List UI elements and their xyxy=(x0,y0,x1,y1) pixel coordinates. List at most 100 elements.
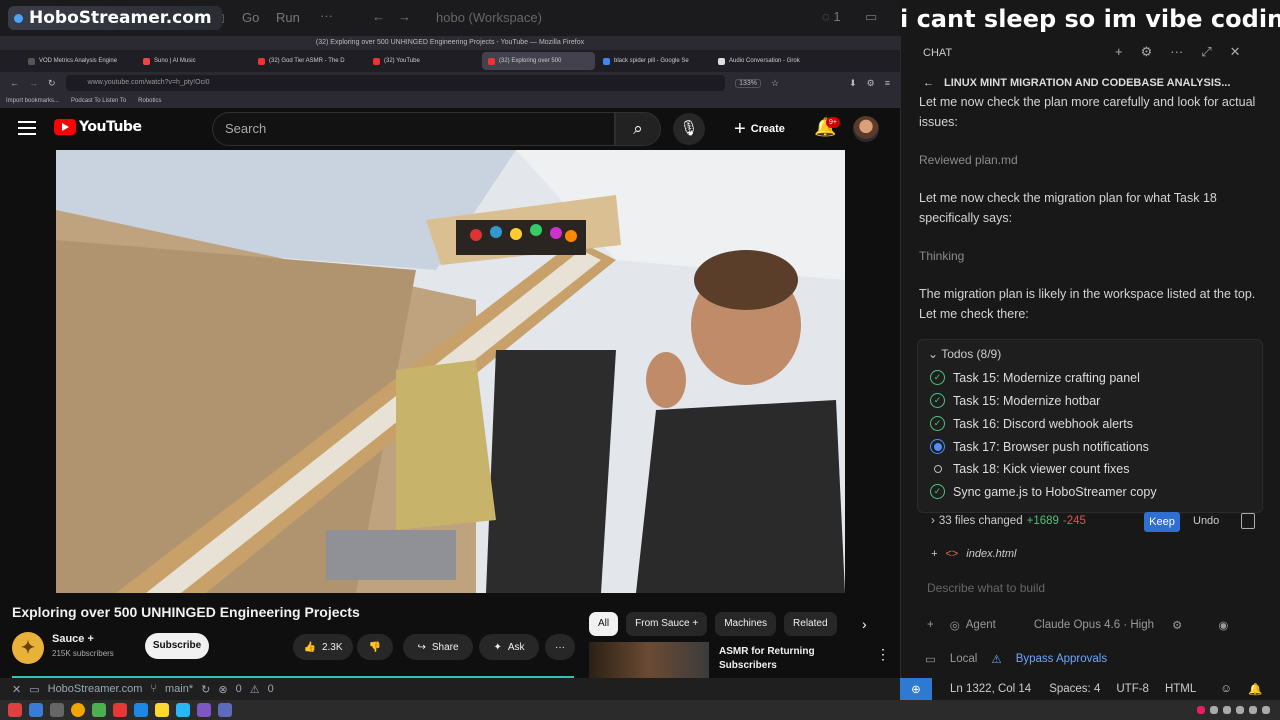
tray-icon[interactable] xyxy=(1262,706,1270,714)
todo-item[interactable]: ✓ Task 16: Discord webhook alerts xyxy=(930,416,1133,431)
browser-tab[interactable]: Suno | AI Music xyxy=(137,52,250,70)
close-icon[interactable]: ✕ xyxy=(12,683,21,696)
back-icon[interactable]: ← xyxy=(10,78,19,88)
indentation[interactable]: Spaces: 4 xyxy=(1049,683,1100,695)
cursor-position[interactable]: Ln 1322, Col 14 xyxy=(950,683,1031,695)
search-icon[interactable]: ⌕ xyxy=(615,112,661,146)
menu-run[interactable]: Run xyxy=(276,10,300,25)
vscode-icon[interactable] xyxy=(134,703,148,717)
new-chat-icon[interactable]: + xyxy=(1115,44,1123,60)
close-icon[interactable]: ✕ xyxy=(1230,44,1241,60)
dislike-button[interactable]: 👎 xyxy=(357,634,393,660)
workspace-search[interactable]: hobo (Workspace) xyxy=(436,10,542,25)
sync-icon[interactable]: ↻ xyxy=(201,683,210,696)
firefox-icon[interactable] xyxy=(71,703,85,717)
star-icon[interactable]: ☆ xyxy=(771,78,779,89)
app-icon[interactable] xyxy=(197,703,211,717)
kebab-menu-icon[interactable]: ⋮ xyxy=(876,646,890,663)
tools-icon[interactable]: ⚙ xyxy=(1172,618,1182,632)
error-count[interactable]: 0 xyxy=(236,683,242,695)
url-bar[interactable]: www.youtube.com/watch?v=h_pty!Oci0 xyxy=(65,75,726,91)
plus-icon[interactable]: + xyxy=(931,548,937,560)
menu-hamburger-icon[interactable]: ≡ xyxy=(885,78,890,88)
tray-icon[interactable] xyxy=(1236,706,1244,714)
send-icon[interactable]: ◉ xyxy=(1218,618,1228,632)
youtube-logo[interactable]: YouTube xyxy=(54,119,142,135)
reload-icon[interactable]: ↻ xyxy=(48,78,56,89)
terminal-icon[interactable] xyxy=(50,703,64,717)
todo-item[interactable]: ✓ Task 15: Modernize hotbar xyxy=(930,393,1100,408)
todo-item[interactable]: ✓ Task 15: Modernize crafting panel xyxy=(930,370,1140,385)
bookmark-podcast[interactable]: Podcast To Listen To xyxy=(71,98,126,104)
tray-icon[interactable] xyxy=(1210,706,1218,714)
browser-tab[interactable]: (32) God Tier ASMR - The D xyxy=(252,52,365,70)
warning-count[interactable]: 0 xyxy=(268,683,274,695)
browser-tab[interactable]: (32) YouTube xyxy=(367,52,480,70)
app-icon[interactable] xyxy=(218,703,232,717)
add-context-icon[interactable]: + xyxy=(927,619,934,631)
zoom-icon[interactable]: ⊕ xyxy=(900,678,932,700)
extensions-icon[interactable]: ⚙ xyxy=(867,78,875,89)
maximize-icon[interactable]: ⤢ xyxy=(1201,44,1211,60)
ask-button[interactable]: ✦ Ask xyxy=(479,634,539,660)
keep-button[interactable]: Keep xyxy=(1144,512,1180,532)
search-input[interactable]: Search xyxy=(212,112,615,146)
start-menu-icon[interactable] xyxy=(8,703,22,717)
more-menu-icon[interactable]: ··· xyxy=(320,8,333,23)
microphone-icon[interactable]: 🎙 xyxy=(673,113,705,145)
files-changed-summary[interactable]: › 33 files changed +1689 -245 xyxy=(931,515,1086,527)
undo-button[interactable]: Undo xyxy=(1193,515,1219,527)
menu-go[interactable]: Go xyxy=(242,10,259,25)
chevron-right-icon[interactable]: › xyxy=(862,616,867,632)
chat-toggle-icon[interactable]: ▭ xyxy=(865,9,877,25)
location-select[interactable]: Local xyxy=(950,653,978,665)
files-icon[interactable] xyxy=(29,703,43,717)
chip-all[interactable]: All xyxy=(589,612,619,636)
agent-mode-select[interactable]: Agent xyxy=(966,619,996,631)
browser-tab[interactable]: black spider pill - Google Se xyxy=(597,52,710,70)
encoding[interactable]: UTF-8 xyxy=(1116,683,1149,695)
more-icon[interactable]: ··· xyxy=(1170,44,1183,60)
model-select[interactable]: Claude Opus 4.6 · High xyxy=(1034,619,1154,631)
recommended-video-title[interactable]: ASMR for Returning Subscribers xyxy=(719,645,849,673)
menu-hamburger-icon[interactable] xyxy=(18,121,36,135)
channel-avatar[interactable]: ✦ xyxy=(12,632,44,664)
settings-icon[interactable]: ⚙ xyxy=(1141,44,1153,60)
bookmark-import[interactable]: Import bookmarks... xyxy=(6,98,59,104)
bell-icon[interactable]: 🔔 xyxy=(1248,682,1262,696)
approvals-select[interactable]: Bypass Approvals xyxy=(1016,653,1107,665)
git-branch[interactable]: main* xyxy=(165,683,193,695)
language-mode[interactable]: HTML xyxy=(1165,683,1196,695)
tray-icon[interactable] xyxy=(1249,706,1257,714)
subscribe-button[interactable]: Subscribe xyxy=(145,633,209,659)
download-icon[interactable]: ⬇ xyxy=(849,78,857,89)
chat-message-status[interactable]: Thinking xyxy=(919,246,1264,266)
back-arrow-icon[interactable]: ← xyxy=(923,77,934,89)
forward-arrow-icon[interactable]: → xyxy=(398,9,411,24)
video-player[interactable] xyxy=(56,150,845,593)
back-arrow-icon[interactable]: ← xyxy=(372,9,385,24)
app-icon[interactable] xyxy=(155,703,169,717)
chip-machines[interactable]: Machines xyxy=(715,612,777,636)
chip-from-channel[interactable]: From Sauce + xyxy=(626,612,708,636)
todo-item[interactable]: Task 17: Browser push notifications xyxy=(930,439,1149,454)
avatar[interactable] xyxy=(853,116,879,142)
copilot-icon[interactable]: ☺ xyxy=(1220,683,1232,695)
attached-file[interactable]: + <> index.html xyxy=(931,548,1016,560)
app-icon[interactable] xyxy=(92,703,106,717)
zoom-level[interactable]: 133% xyxy=(735,78,762,88)
todo-item[interactable]: ✓ Sync game.js to HoboStreamer copy xyxy=(930,484,1157,499)
chip-related[interactable]: Related xyxy=(784,612,837,636)
channel-name[interactable]: Sauce + xyxy=(52,633,94,645)
app-icon[interactable] xyxy=(176,703,190,717)
todo-header[interactable]: ⌄ Todos (8/9) xyxy=(928,347,1001,361)
browser-tab[interactable]: VOD Metrics Analysis Engine xyxy=(22,52,135,70)
like-button[interactable]: 👍 2.3K xyxy=(293,634,353,660)
more-actions-icon[interactable]: ··· xyxy=(545,634,575,660)
tray-icon[interactable] xyxy=(1223,706,1231,714)
create-button[interactable]: + Create xyxy=(734,113,798,145)
forward-icon[interactable]: → xyxy=(29,78,38,88)
chat-input[interactable]: Describe what to build xyxy=(927,581,1045,595)
share-button[interactable]: ↪ Share xyxy=(403,634,473,660)
recommended-thumbnail[interactable] xyxy=(589,642,709,678)
